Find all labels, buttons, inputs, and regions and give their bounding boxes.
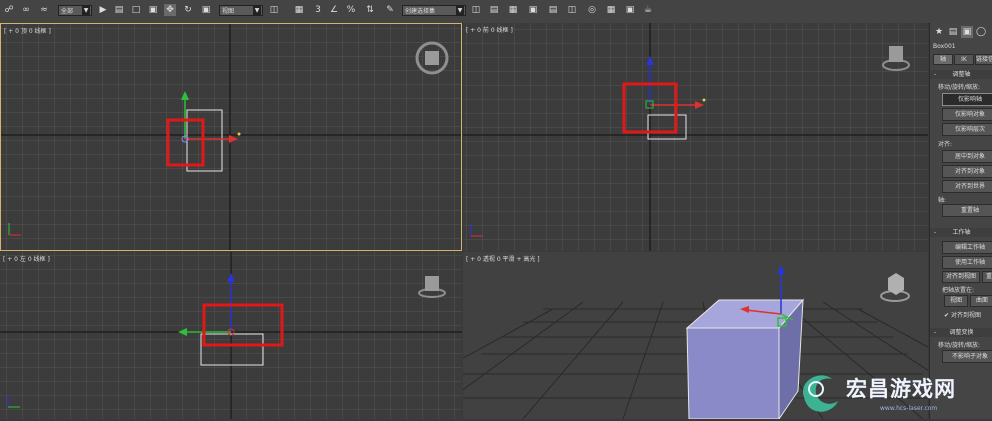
left-viewport[interactable]: [ + 0 左 0 线框 ] bbox=[0, 252, 462, 419]
collapse-icon: - bbox=[934, 229, 937, 236]
motion-tab-icon[interactable]: ◯ bbox=[975, 26, 987, 38]
perspective-viewport-label[interactable]: [ + 0 透视 0 平滑 + 高光 ] bbox=[466, 254, 540, 263]
reference-coord-dropdown[interactable]: 视图 ▼ bbox=[219, 5, 263, 16]
create-tab-icon[interactable]: ★ bbox=[933, 26, 945, 38]
affect-pivot-only-button[interactable]: 仅影响轴 bbox=[942, 93, 992, 106]
watermark-text: 宏昌游戏网 bbox=[846, 377, 956, 401]
select-object-icon[interactable]: ▶ bbox=[97, 4, 109, 16]
adjust-pivot-header[interactable]: - 调整轴 bbox=[930, 70, 992, 79]
site-watermark: 宏昌游戏网 www.hcs-laser.com bbox=[800, 365, 992, 419]
working-pivot-header[interactable]: - 工作轴 bbox=[930, 228, 992, 237]
edit-working-pivot-button[interactable]: 编辑工作轴 bbox=[942, 241, 992, 254]
mirror-icon[interactable]: ◫ bbox=[470, 4, 482, 16]
rectangular-selection-icon[interactable]: □ bbox=[130, 4, 142, 16]
adjust-transform-header[interactable]: - 调整变换 bbox=[930, 328, 992, 337]
place-on-view-button[interactable]: 视图 bbox=[944, 295, 968, 307]
align-to-view-check-label: 对齐到视图 bbox=[950, 312, 981, 319]
align-to-world-button[interactable]: 对齐到世界 bbox=[942, 180, 992, 193]
center-to-object-button[interactable]: 居中到对象 bbox=[942, 150, 992, 163]
chevron-down-icon: ▼ bbox=[253, 6, 261, 15]
select-and-scale-icon[interactable]: ▣ bbox=[200, 4, 212, 16]
affect-object-only-button[interactable]: 仅影响对象 bbox=[942, 108, 992, 121]
rendered-frame-window-icon[interactable]: ▣ bbox=[624, 4, 636, 16]
collapse-icon: - bbox=[934, 329, 937, 336]
watermark-url: www.hcs-laser.com bbox=[880, 405, 938, 412]
layer-manager-icon[interactable]: ▦ bbox=[507, 4, 519, 16]
collapse-icon: - bbox=[934, 71, 937, 78]
top-viewport-canvas bbox=[1, 24, 461, 250]
place-pivot-label: 把轴放置在: bbox=[942, 287, 975, 294]
reference-coord-value: 视图 bbox=[222, 8, 235, 15]
dont-affect-children-button[interactable]: 不影响子对象 bbox=[942, 350, 992, 363]
spinner-snap-icon[interactable]: ⇅ bbox=[364, 4, 376, 16]
select-and-move-icon[interactable]: ✥ bbox=[164, 4, 176, 16]
left-viewport-label[interactable]: [ + 0 左 0 线框 ] bbox=[3, 254, 50, 263]
front-viewport-label[interactable]: [ + 0 前 0 线框 ] bbox=[466, 25, 513, 34]
move-rotate-scale-label: 移动/旋转/缩放: bbox=[938, 84, 981, 91]
pivot-label: 轴: bbox=[938, 197, 947, 204]
window-crossing-icon[interactable]: ▣ bbox=[147, 4, 159, 16]
render-teapot-icon[interactable]: ☕ bbox=[642, 4, 654, 16]
transform-move-label: 移动/旋转/缩放: bbox=[938, 342, 981, 349]
align-to-object-button[interactable]: 对齐到对象 bbox=[942, 165, 992, 178]
front-viewport-canvas bbox=[463, 23, 928, 251]
curve-editor-icon[interactable]: ▤ bbox=[547, 4, 559, 16]
named-selection-value: 创建选择集 bbox=[405, 8, 436, 15]
tab-pivot[interactable]: 轴 bbox=[933, 54, 953, 65]
affect-hierarchy-only-button[interactable]: 仅影响层次 bbox=[942, 123, 992, 136]
schematic-view-icon[interactable]: ◫ bbox=[566, 4, 578, 16]
command-panel: ★ ▤ ▣ ◯ Box001 轴 IK 链接信息 - 调整轴 移动/旋转/缩放:… bbox=[929, 23, 992, 419]
alignment-label: 对齐: bbox=[938, 141, 953, 148]
selection-filter-dropdown[interactable]: 全部 ▼ bbox=[58, 5, 92, 16]
named-selection-dropdown[interactable]: 创建选择集 ▼ bbox=[402, 5, 466, 16]
front-viewport[interactable]: [ + 0 前 0 线框 ] bbox=[463, 23, 928, 251]
link-icon[interactable]: ☍ bbox=[3, 4, 15, 16]
render-setup-icon[interactable]: ▦ bbox=[605, 4, 617, 16]
top-viewport[interactable]: [ + 0 顶 0 线框 ] bbox=[0, 23, 462, 251]
pivot-center-icon[interactable]: ◫ bbox=[268, 4, 280, 16]
select-by-name-icon[interactable]: ▤ bbox=[113, 4, 125, 16]
use-working-pivot-button[interactable]: 使用工作轴 bbox=[942, 256, 992, 269]
chevron-down-icon: ▼ bbox=[456, 6, 464, 15]
left-viewport-canvas bbox=[0, 252, 462, 419]
selection-filter-value: 全部 bbox=[61, 8, 74, 15]
adjust-pivot-title: 调整轴 bbox=[952, 71, 971, 78]
checkbox-checked-icon: ✔ bbox=[944, 312, 950, 319]
angle-snap-icon[interactable]: ∠ bbox=[328, 4, 340, 16]
graphite-ribbon-icon[interactable]: ▣ bbox=[527, 4, 539, 16]
edit-named-selection-icon[interactable]: ✎ bbox=[384, 4, 396, 16]
object-name[interactable]: Box001 bbox=[933, 43, 956, 50]
top-viewport-label[interactable]: [ + 0 顶 0 线框 ] bbox=[4, 26, 51, 35]
place-on-surface-button[interactable]: 曲面 bbox=[970, 295, 992, 307]
bind-spacewarp-icon[interactable]: ≈ bbox=[38, 4, 50, 16]
unlink-icon[interactable]: ∞ bbox=[20, 4, 32, 16]
reset-working-pivot-button[interactable]: 重 bbox=[982, 271, 992, 283]
percent-snap-icon[interactable]: % bbox=[345, 4, 357, 16]
align-to-view-button[interactable]: 对齐到视图 bbox=[942, 271, 980, 283]
align-icon[interactable]: ▤ bbox=[488, 4, 500, 16]
align-to-view-checkbox[interactable]: ✔ 对齐到视图 bbox=[944, 310, 981, 319]
main-toolbar: ☍ ∞ ≈ 全部 ▼ ▶ ▤ □ ▣ ✥ ↻ ▣ 视图 ▼ ◫ ▦ 3 ∠ % … bbox=[0, 0, 992, 24]
tab-ik[interactable]: IK bbox=[954, 54, 974, 65]
chevron-down-icon: ▼ bbox=[82, 6, 90, 15]
reset-pivot-button[interactable]: 重置轴 bbox=[942, 204, 992, 217]
select-manipulate-icon[interactable]: ▦ bbox=[293, 4, 305, 16]
dragon-logo-icon bbox=[802, 375, 838, 412]
adjust-transform-title: 调整变换 bbox=[949, 329, 974, 336]
tab-link-info[interactable]: 链接信息 bbox=[975, 54, 992, 65]
working-pivot-title: 工作轴 bbox=[952, 229, 971, 236]
modify-tab-icon[interactable]: ▤ bbox=[947, 26, 959, 38]
snap-toggle-icon[interactable]: 3 bbox=[312, 4, 324, 16]
select-and-rotate-icon[interactable]: ↻ bbox=[182, 4, 194, 16]
material-editor-icon[interactable]: ◎ bbox=[586, 4, 598, 16]
hierarchy-tab-icon[interactable]: ▣ bbox=[961, 26, 973, 38]
